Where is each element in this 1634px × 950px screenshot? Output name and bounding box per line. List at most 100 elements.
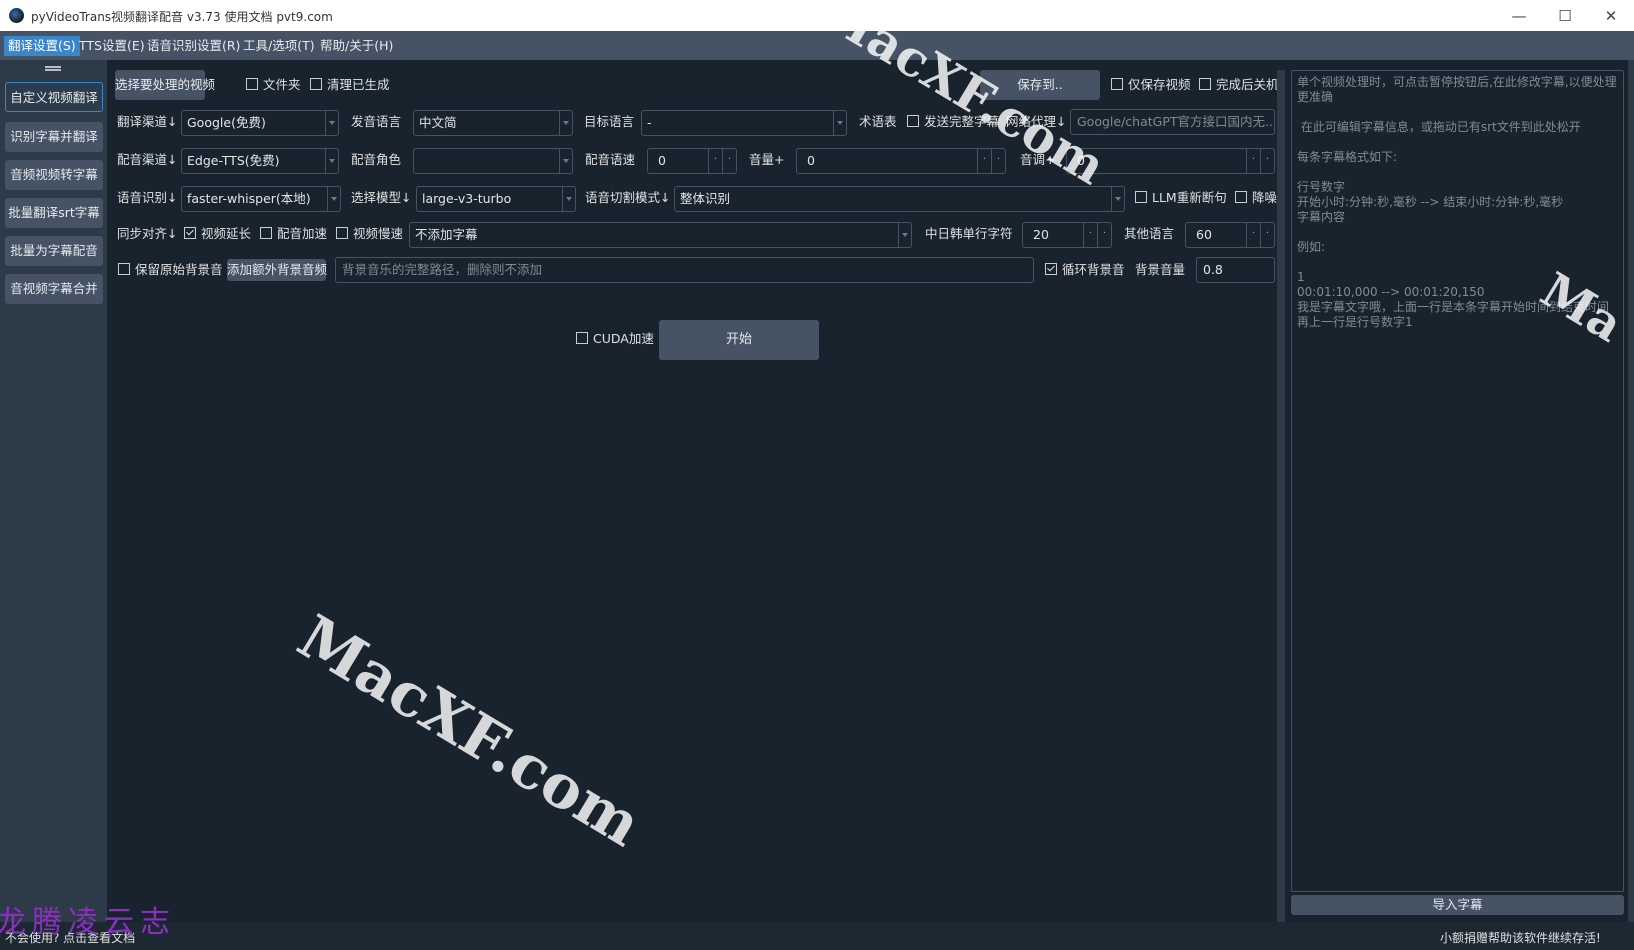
llm-resplit-checkbox[interactable]: LLM重新断句 [1135, 188, 1227, 208]
target-lang-select[interactable]: - [641, 110, 847, 136]
volume-spinbox[interactable]: 0 · · [796, 148, 1006, 174]
spin-down-icon[interactable]: · [1246, 149, 1260, 173]
chevron-down-icon [327, 187, 340, 211]
cjk-chars-label: 中日韩单行字符 [925, 226, 1013, 241]
model-select[interactable]: large-v3-turbo [416, 186, 576, 212]
chevron-down-icon [1111, 187, 1124, 211]
volume-label: 音量+ [749, 152, 785, 167]
dub-accel-label: 配音加速 [277, 226, 328, 241]
keep-bg-label: 保留原始背景音 [135, 262, 223, 277]
dub-speed-spinbox[interactable]: 0 · · [647, 148, 737, 174]
spin-up-icon[interactable]: · [722, 149, 736, 173]
donate-link[interactable]: 小额捐赠帮助该软件继续存活! [1440, 929, 1601, 946]
other-lang-spinbox[interactable]: 60 · · [1185, 222, 1275, 248]
dub-speed-label: 配音语速 [585, 152, 636, 167]
drag-handle-icon[interactable] [45, 66, 61, 71]
nav-batch-translate-srt[interactable]: 批量翻译srt字幕 [5, 198, 103, 228]
folder-checkbox[interactable]: 文件夹 [246, 75, 301, 95]
video-slow-checkbox[interactable]: 视频慢速 [336, 224, 403, 244]
select-video-button[interactable]: 选择要处理的视频 [115, 70, 215, 100]
dub-channel-value: Edge-TTS(免费) [187, 153, 280, 168]
sync-align-label[interactable]: 同步对齐↓ [117, 222, 177, 246]
checkbox-icon [576, 332, 588, 344]
trans-channel-select[interactable]: Google(免费) [181, 110, 339, 136]
bg-volume-input[interactable]: 0.8 [1196, 257, 1275, 283]
cuda-label: CUDA加速 [593, 331, 654, 346]
minimize-icon[interactable]: — [1496, 0, 1542, 31]
video-extend-checkbox[interactable]: 视频延长 [184, 224, 251, 244]
nav-custom-video-translate[interactable]: 自定义视频翻译 [5, 82, 103, 112]
spin-down-icon[interactable]: · [977, 149, 991, 173]
clear-generated-checkbox[interactable]: 清理已生成 [310, 75, 390, 95]
maximize-icon[interactable]: ☐ [1542, 0, 1588, 31]
spin-down-icon[interactable]: · [708, 149, 722, 173]
nav-av-to-subtitle[interactable]: 音频视频转字幕 [5, 160, 103, 190]
window-title: pyVideoTrans视频翻译配音 v3.73 使用文档 pvt9.com [31, 10, 333, 24]
import-subtitle-button[interactable]: 导入字幕 [1291, 895, 1624, 915]
dub-role-select[interactable] [413, 148, 573, 174]
chevron-down-icon [833, 111, 846, 135]
menu-asr-settings[interactable]: 语音识别设置(R) [143, 36, 244, 56]
checkbox-icon [336, 227, 348, 239]
nav-recognize-and-translate[interactable]: 识别字幕并翻译 [5, 122, 103, 152]
target-lang-value: - [647, 115, 652, 130]
checkbox-icon [246, 78, 258, 90]
add-bg-audio-button[interactable]: 添加额外背景音频 [227, 259, 327, 281]
dub-accel-checkbox[interactable]: 配音加速 [260, 224, 327, 244]
asr-value: faster-whisper(本地) [187, 191, 311, 206]
subtitle-mode-select[interactable]: 不添加字幕 [409, 222, 912, 248]
proxy-input[interactable]: Google/chatGPT官方接口国内无... [1070, 109, 1275, 135]
asr-select[interactable]: faster-whisper(本地) [181, 186, 341, 212]
chevron-down-icon [325, 149, 338, 173]
only-save-video-checkbox[interactable]: 仅保存视频 [1111, 75, 1191, 95]
dub-channel-select[interactable]: Edge-TTS(免费) [181, 148, 339, 174]
split-mode-select[interactable]: 整体识别 [674, 186, 1125, 212]
bg-path-input[interactable]: 背景音乐的完整路径，删除则不添加 [335, 257, 1034, 283]
clear-generated-label: 清理已生成 [327, 77, 390, 92]
nav-av-subtitle-merge[interactable]: 音视频字幕合并 [5, 274, 103, 304]
menu-help-about[interactable]: 帮助/关于(H) [316, 36, 397, 56]
checkbox-icon [1199, 78, 1211, 90]
spin-up-icon[interactable]: · [1260, 149, 1274, 173]
shutdown-after-checkbox[interactable]: 完成后关机 [1199, 75, 1279, 95]
source-lang-label: 发音语言 [351, 114, 402, 129]
cjk-chars-spinbox[interactable]: 20 · · [1022, 222, 1112, 248]
dub-role-label: 配音角色 [351, 152, 402, 167]
start-button[interactable]: 开始 [659, 320, 819, 360]
side-nav: 自定义视频翻译 识别字幕并翻译 音频视频转字幕 批量翻译srt字幕 批量为字幕配… [0, 60, 107, 922]
spin-down-icon[interactable]: · [1083, 223, 1097, 247]
dub-channel-label[interactable]: 配音渠道↓ [117, 148, 177, 172]
split-mode-label[interactable]: 语音切割模式↓ [585, 186, 670, 210]
close-icon[interactable]: ✕ [1588, 0, 1634, 31]
menu-tools-options[interactable]: 工具/选项(T) [239, 36, 319, 56]
cuda-checkbox[interactable]: CUDA加速 [576, 329, 654, 349]
nav-batch-dubbing[interactable]: 批量为字幕配音 [5, 236, 103, 266]
video-slow-label: 视频慢速 [353, 226, 404, 241]
loop-bg-checkbox[interactable]: 循环背景音 [1045, 260, 1125, 280]
glossary-link[interactable]: 术语表 [859, 110, 897, 134]
spin-down-icon[interactable]: · [1246, 223, 1260, 247]
spin-up-icon[interactable]: · [1097, 223, 1111, 247]
checkbox-checked-icon [184, 227, 196, 239]
trans-channel-label[interactable]: 翻译渠道↓ [117, 110, 177, 134]
dub-speed-value: 0 [658, 153, 666, 168]
checkbox-icon [1135, 191, 1147, 203]
folder-label: 文件夹 [263, 77, 301, 92]
shutdown-after-label: 完成后关机 [1216, 77, 1279, 92]
keep-bg-checkbox[interactable]: 保留原始背景音 [118, 260, 223, 280]
checkbox-icon [907, 115, 919, 127]
asr-label[interactable]: 语音识别↓ [117, 186, 177, 210]
source-lang-select[interactable]: 中文简 [413, 110, 573, 136]
watermark-text: MacXF.com [285, 602, 653, 861]
menu-translate-settings[interactable]: 翻译设置(S) [4, 36, 80, 56]
spin-up-icon[interactable]: · [991, 149, 1005, 173]
model-label[interactable]: 选择模型↓ [351, 186, 411, 210]
watermark-signature: 龙腾凌云志 [0, 905, 176, 940]
denoise-checkbox[interactable]: 降噪 [1235, 188, 1277, 208]
splitter-handle[interactable] [1277, 70, 1285, 922]
spin-up-icon[interactable]: · [1260, 223, 1274, 247]
subtitle-editor[interactable]: 单个视频处理时，可点击暂停按钮后,在此修改字幕,以便处理更准确 在此可编辑字幕信… [1291, 70, 1624, 892]
menu-tts-settings[interactable]: TTS设置(E) [75, 36, 149, 56]
bg-volume-label: 背景音量 [1135, 262, 1186, 277]
video-extend-label: 视频延长 [201, 226, 252, 241]
